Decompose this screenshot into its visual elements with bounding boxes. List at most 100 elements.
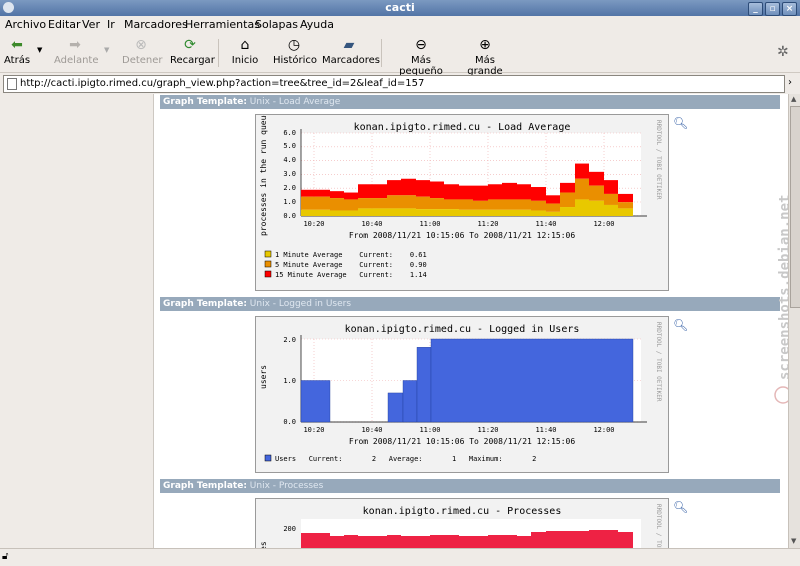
window-title: cacti xyxy=(385,1,415,14)
menu-marcadores[interactable]: Marcadores xyxy=(124,18,188,31)
load-1min-segment xyxy=(546,211,560,216)
logged-users-graph[interactable]: konan.ipigto.rimed.cu - Logged in Users … xyxy=(255,316,669,473)
x-tick-0: 10:20 xyxy=(303,426,324,434)
zoom-out-button[interactable]: ⊖ Más pequeño xyxy=(390,37,452,77)
bookmarks-button[interactable]: ▰ Marcadores xyxy=(322,37,380,66)
menu-ayuda[interactable]: Ayuda xyxy=(300,18,334,31)
legend-15min: 15 Minute Average Current: 1.14 xyxy=(275,271,427,279)
load-average-chart: konan.ipigto.rimed.cu - Load Average pro… xyxy=(259,111,662,279)
zoom-in-button[interactable]: ⊕ Más grande xyxy=(458,37,512,77)
template-label: Graph Template: xyxy=(163,97,247,107)
processes-chart: konan.ipigto.rimed.cu - Processes RRDTOO… xyxy=(259,504,662,548)
home-icon: ⌂ xyxy=(240,37,250,53)
x-tick-labels: 10:20 10:40 11:00 11:20 11:40 12:00 xyxy=(303,220,614,228)
forward-history-dropdown-icon[interactable]: ▼ xyxy=(104,46,109,54)
users-segment xyxy=(300,380,331,423)
processes-segment xyxy=(546,531,589,548)
x-tick-1: 10:40 xyxy=(361,220,382,228)
load-1min-segment xyxy=(473,209,488,216)
load-5min-segment xyxy=(488,199,502,210)
y-axis-label: processes in the run queue xyxy=(259,115,268,236)
load-1min-segment xyxy=(575,199,589,216)
load-15min-segment xyxy=(604,180,618,194)
x-tick-5: 12:00 xyxy=(593,426,614,434)
zoom-out-label: Más pequeño xyxy=(399,55,443,77)
back-button[interactable]: ⬅ Atrás xyxy=(4,37,30,66)
y-tick-labels: 0.0 1.0 2.0 3.0 4.0 5.0 6.0 xyxy=(283,129,296,220)
forward-button[interactable]: ➡ Adelante xyxy=(54,37,98,66)
template-label: Graph Template: xyxy=(163,481,247,491)
y-tick-6: 6.0 xyxy=(283,129,296,137)
menu-archivo[interactable]: Archivo xyxy=(5,18,46,31)
load-5min-segment xyxy=(430,198,444,210)
zoom-graph-icon[interactable]: 🔍︎ xyxy=(673,500,688,514)
menu-editar[interactable]: Editar xyxy=(48,18,81,31)
stop-label: Detener xyxy=(122,55,163,66)
x-tick-labels: 10:20 10:40 11:00 11:20 11:40 12:00 xyxy=(303,426,614,434)
load-15min-segment xyxy=(401,178,416,196)
menu-solapas[interactable]: Solapas xyxy=(255,18,298,31)
load-1min-segment xyxy=(344,210,358,216)
url-bar[interactable]: http://cacti.ipigto.rimed.cu/graph_view.… xyxy=(3,75,785,93)
template-label: Graph Template: xyxy=(163,299,247,309)
history-button[interactable]: ◷ Histórico xyxy=(273,37,317,66)
forward-arrow-icon: ➡ xyxy=(69,37,81,53)
load-1min-segment xyxy=(416,209,430,216)
load-5min-segment xyxy=(531,200,546,211)
security-lock-icon[interactable]: 🔓︎ xyxy=(2,551,8,562)
back-history-dropdown-icon[interactable]: ▼ xyxy=(37,46,42,54)
maximize-button[interactable]: ▫ xyxy=(765,2,780,16)
legend-swatch-15min xyxy=(264,270,272,278)
rrdtool-credit: RRDTOOL / TOBI OETIKER xyxy=(655,322,662,402)
template-name: Unix - Processes xyxy=(249,481,324,491)
load-1min-segment xyxy=(401,208,416,216)
rrdtool-credit: RRDTOOL / TOBI OETIKER xyxy=(655,120,662,200)
window-titlebar: cacti _ ▫ × xyxy=(0,0,800,16)
load-15min-segment xyxy=(444,184,459,200)
load-15min-segment xyxy=(575,163,589,179)
load-15min-segment xyxy=(387,180,401,196)
load-15min-segment xyxy=(430,181,444,199)
y-tick-4: 4.0 xyxy=(283,156,296,164)
load-5min-segment xyxy=(546,203,560,212)
go-arrow-icon[interactable]: › xyxy=(788,77,792,88)
zoom-in-icon: ⊕ xyxy=(479,37,491,53)
close-button[interactable]: × xyxy=(782,2,797,16)
zoom-graph-icon[interactable]: 🔍︎ xyxy=(673,318,688,332)
users-segment xyxy=(387,392,404,423)
scrollbar-thumb[interactable] xyxy=(790,106,800,308)
url-text[interactable]: http://cacti.ipigto.rimed.cu/graph_view.… xyxy=(20,78,424,89)
graph-template-header: Graph Template: Unix - Processes xyxy=(160,479,780,493)
load-15min-segment xyxy=(358,184,387,199)
processes-segment xyxy=(589,530,618,548)
load-average-graph[interactable]: konan.ipigto.rimed.cu - Load Average pro… xyxy=(255,111,669,291)
zoom-graph-icon[interactable]: 🔍︎ xyxy=(673,116,688,130)
menu-herramientas[interactable]: Herramientas xyxy=(185,18,260,31)
history-clock-icon: ◷ xyxy=(287,37,301,53)
reload-button[interactable]: ⟳ Recargar xyxy=(170,37,215,66)
menu-ir[interactable]: Ir xyxy=(107,18,115,31)
load-1min-segment xyxy=(517,209,531,216)
minimize-button[interactable]: _ xyxy=(748,2,763,16)
legend-users: Users Current: 2 Average: 1 Maximum: 2 xyxy=(275,455,536,463)
load-15min-segment xyxy=(416,180,430,197)
processes-graph[interactable]: konan.ipigto.rimed.cu - Processes RRDTOO… xyxy=(255,498,669,548)
y-tick-200: 200 xyxy=(283,525,296,533)
menu-ver[interactable]: Ver xyxy=(82,18,100,31)
processes-segment xyxy=(430,535,459,548)
chart-title: konan.ipigto.rimed.cu - Processes xyxy=(363,506,562,517)
processes-segment xyxy=(517,536,531,548)
stop-button[interactable]: ⊗ Detener xyxy=(122,37,163,66)
legend-1min: 1 Minute Average Current: 0.61 xyxy=(275,251,427,259)
scroll-down-icon[interactable]: ▼ xyxy=(791,537,796,545)
home-button[interactable]: ⌂ Inicio xyxy=(231,37,259,66)
processes-segment xyxy=(401,536,430,548)
users-segment xyxy=(430,338,634,423)
scroll-up-icon[interactable]: ▲ xyxy=(791,95,796,103)
load-15min-segment xyxy=(459,185,473,200)
load-5min-segment xyxy=(344,199,358,211)
vertical-scrollbar[interactable]: ▲ ▼ xyxy=(788,94,800,548)
load-5min-segment xyxy=(301,196,330,210)
x-tick-4: 11:40 xyxy=(535,220,556,228)
legend-swatch-1min xyxy=(264,250,272,258)
